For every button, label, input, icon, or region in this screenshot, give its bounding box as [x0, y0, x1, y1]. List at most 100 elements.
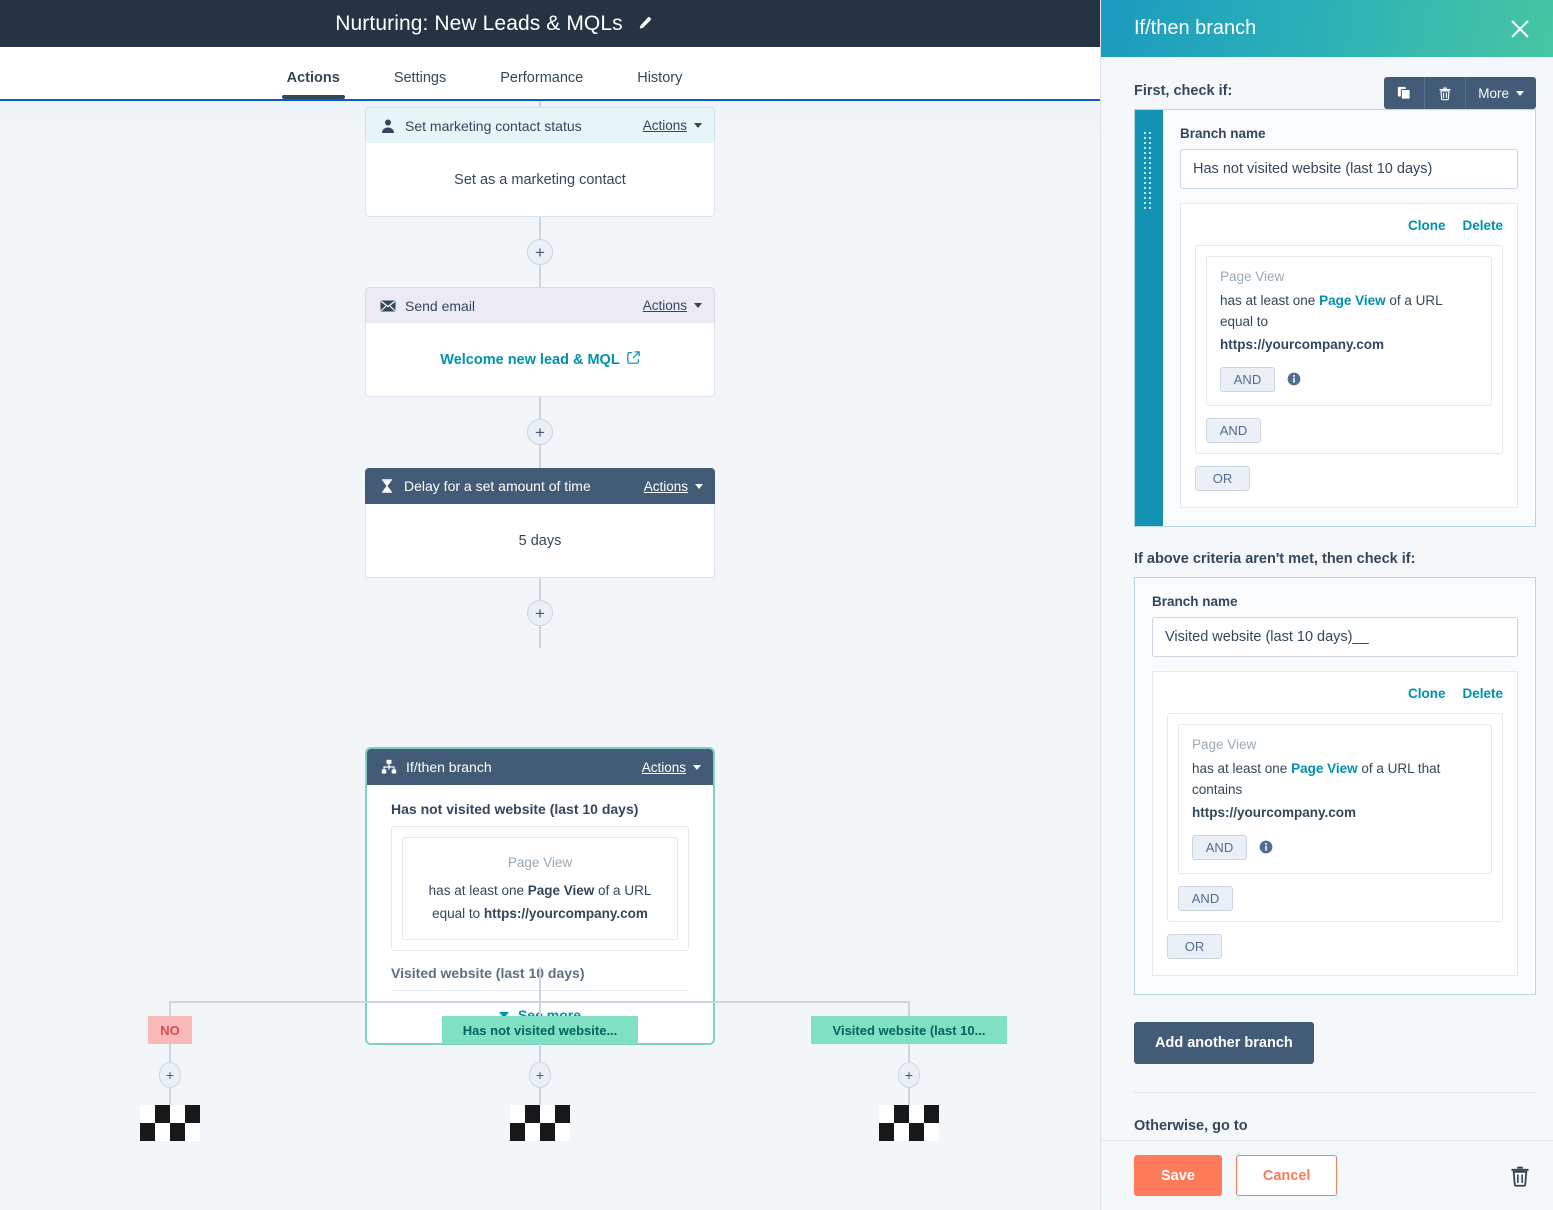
hourglass-icon: [379, 478, 395, 494]
branch-2-filter-inner[interactable]: Page View has at least one Page View of …: [1178, 724, 1492, 874]
tab-settings[interactable]: Settings: [367, 70, 473, 99]
branch-label-no[interactable]: NO: [148, 1016, 192, 1044]
trash-icon: [1438, 86, 1452, 101]
clone-link-2[interactable]: Clone: [1408, 686, 1446, 701]
node-actions-menu[interactable]: Actions: [643, 298, 702, 313]
email-link-label: Welcome new lead & MQL: [440, 352, 619, 368]
more-dropdown[interactable]: More: [1466, 77, 1536, 109]
crit-bold: Page View: [528, 883, 595, 898]
end-flag-3: [879, 1105, 939, 1141]
tab-actions[interactable]: Actions: [260, 70, 367, 99]
workflow-canvas[interactable]: Set marketing contact status Actions Set…: [0, 99, 1101, 1210]
canvas-criteria-inner: Page View has at least one Page View of …: [402, 837, 678, 940]
add-step-branch-3[interactable]: +: [898, 1062, 920, 1088]
canvas-criteria-type: Page View: [415, 852, 665, 874]
save-button[interactable]: Save: [1134, 1155, 1222, 1196]
info-icon[interactable]: [1259, 840, 1273, 854]
branch-toolbar: More: [1384, 77, 1536, 109]
email-link[interactable]: Welcome new lead & MQL: [440, 351, 639, 368]
add-step-branch-2[interactable]: +: [529, 1062, 551, 1088]
pencil-icon[interactable]: [637, 16, 652, 31]
panel-content: First, check if: More: [1101, 57, 1553, 1140]
node-actions-menu[interactable]: Actions: [643, 118, 702, 133]
add-step-button-1[interactable]: +: [527, 239, 553, 265]
b2-t1: has at least one: [1192, 761, 1291, 776]
chevron-down-icon: [694, 303, 702, 308]
clone-link[interactable]: Clone: [1408, 218, 1446, 233]
workflow-editor-app: Nurturing: New Leads & MQLs Actions Sett…: [0, 0, 1553, 1210]
branch-2-clone-delete: Clone Delete: [1167, 686, 1503, 701]
tabs: Actions Settings Performance History: [260, 70, 710, 99]
otherwise-label: Otherwise, go to: [1134, 1118, 1536, 1134]
branch-2-filter-type: Page View: [1192, 737, 1478, 752]
branch-1-body: Branch name Clone Delete Page View has a…: [1163, 110, 1535, 526]
b1-link[interactable]: Page View: [1319, 293, 1386, 308]
node-send-email[interactable]: Send email Actions Welcome new lead & MQ…: [365, 287, 715, 397]
add-step-button-2[interactable]: +: [527, 419, 553, 445]
grip-dots-icon: [1144, 132, 1154, 212]
branch-2-outer-and-row: AND: [1178, 886, 1492, 911]
b2-link[interactable]: Page View: [1291, 761, 1358, 776]
node-title: Set marketing contact status: [405, 118, 643, 134]
branch-icon: [381, 759, 397, 775]
delete-link[interactable]: Delete: [1462, 218, 1503, 233]
connector-7: [539, 967, 541, 1002]
branch-1-filter-text: has at least one Page View of a URL equa…: [1220, 291, 1478, 356]
branch-1-name-input[interactable]: [1180, 149, 1518, 189]
delete-link-2[interactable]: Delete: [1462, 686, 1503, 701]
connector-6: [539, 626, 541, 648]
top-bar-inner: Nurturing: New Leads & MQLs: [335, 12, 651, 36]
add-step-button-3[interactable]: +: [527, 600, 553, 626]
node-body: 5 days: [365, 504, 715, 578]
drag-handle[interactable]: [1135, 110, 1163, 526]
cancel-button[interactable]: Cancel: [1236, 1155, 1338, 1196]
panel-header: If/then branch: [1101, 0, 1553, 57]
add-step-branch-1[interactable]: +: [159, 1062, 181, 1088]
branch-1-filter-inner[interactable]: Page View has at least one Page View of …: [1206, 256, 1492, 406]
node-delay[interactable]: Delay for a set amount of time Actions 5…: [365, 468, 715, 578]
node-set-marketing-contact-status[interactable]: Set marketing contact status Actions Set…: [365, 107, 715, 217]
node-actions-menu[interactable]: Actions: [644, 479, 703, 494]
trash-icon[interactable]: [1509, 1165, 1531, 1187]
panel-scroll-area[interactable]: First, check if: More: [1101, 57, 1553, 1140]
external-link-icon: [627, 351, 640, 368]
node-body: Set as a marketing contact: [365, 143, 715, 217]
and-button-outer[interactable]: AND: [1206, 418, 1261, 443]
crit-t1: has at least one: [429, 883, 528, 898]
chevron-down-icon: [694, 123, 702, 128]
branch-name-label: Branch name: [1180, 126, 1518, 141]
tab-performance[interactable]: Performance: [473, 70, 610, 99]
copy-icon: [1397, 86, 1411, 100]
branch-card-1[interactable]: Branch name Clone Delete Page View has a…: [1134, 109, 1536, 527]
branch-2-name-input[interactable]: [1152, 617, 1518, 657]
branch-1-or-row: OR: [1195, 466, 1503, 491]
or-button-2[interactable]: OR: [1167, 934, 1222, 959]
branch-card-2[interactable]: Branch name Clone Delete Page View has a…: [1134, 577, 1536, 995]
delete-button[interactable]: [1425, 77, 1466, 109]
divider: [1134, 1092, 1536, 1093]
node-title: Send email: [405, 298, 643, 314]
branch-label-has-not-visited[interactable]: Has not visited website...: [442, 1016, 638, 1044]
tree-seg-2: [539, 1044, 541, 1062]
close-icon[interactable]: [1509, 18, 1531, 40]
and-button-outer-2[interactable]: AND: [1178, 886, 1233, 911]
tab-history[interactable]: History: [610, 70, 709, 99]
node-header: Send email Actions: [365, 287, 715, 323]
branch-2-filter-outer: Page View has at least one Page View of …: [1167, 713, 1503, 922]
b1-url: https://yourcompany.com: [1220, 335, 1478, 356]
node-actions-label: Actions: [644, 479, 688, 494]
node-header: Delay for a set amount of time Actions: [365, 468, 715, 504]
and-button-inner[interactable]: AND: [1220, 367, 1275, 392]
or-button[interactable]: OR: [1195, 466, 1250, 491]
add-another-branch-button[interactable]: Add another branch: [1134, 1022, 1314, 1064]
tree-seg-1: [169, 1044, 171, 1062]
info-icon[interactable]: [1287, 372, 1301, 386]
and-button-inner-2[interactable]: AND: [1192, 835, 1247, 860]
node-actions-menu[interactable]: Actions: [642, 760, 701, 775]
tree-end-1: [169, 1088, 171, 1105]
end-flag-2: [510, 1105, 570, 1141]
copy-button[interactable]: [1384, 77, 1425, 109]
branch-1-inner-and-row: AND: [1220, 367, 1478, 392]
branch-label-visited[interactable]: Visited website (last 10...: [811, 1016, 1007, 1044]
branch-1-filter-type: Page View: [1220, 269, 1478, 284]
